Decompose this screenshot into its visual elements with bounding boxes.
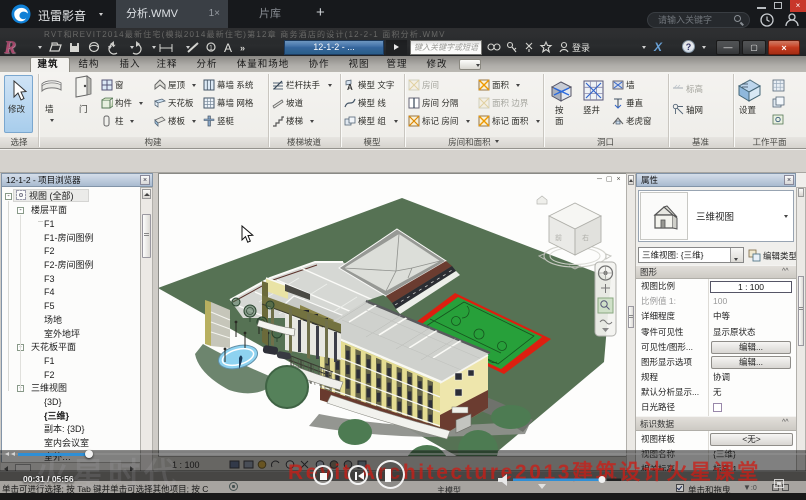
svg-text:右: 右 [582,233,589,242]
svg-text:1: 1 [209,45,213,52]
svg-text:前: 前 [555,233,562,242]
svg-text:A: A [347,83,353,91]
